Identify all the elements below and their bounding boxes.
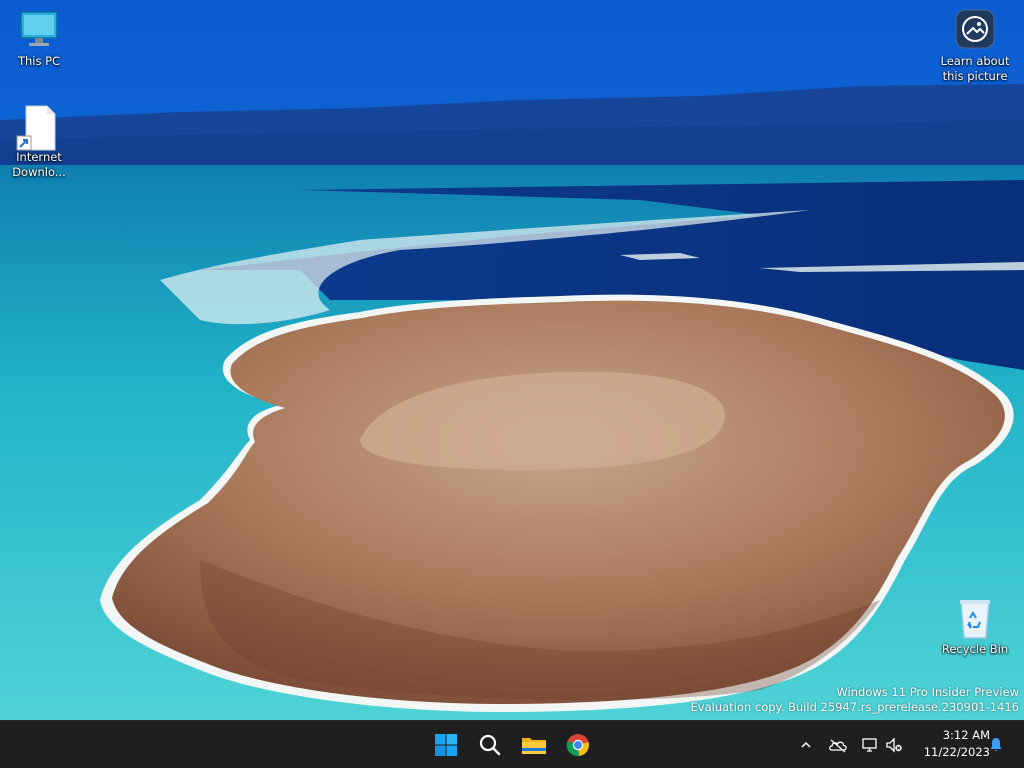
watermark-line-build: Evaluation copy. Build 25947.rs_prerelea… <box>690 700 1019 714</box>
recycle-bin-icon <box>951 596 999 640</box>
desktop-icon-recycle-bin[interactable]: Recycle Bin <box>936 596 1014 657</box>
start-button[interactable] <box>426 727 466 763</box>
desktop-icon-label: Recycle Bin <box>941 642 1009 656</box>
windows-start-icon <box>435 734 457 756</box>
desktop-icon-internet-download[interactable]: Internet Downlo... <box>0 104 78 180</box>
file-explorer-button[interactable] <box>514 727 554 763</box>
learn-about-picture-icon <box>951 8 999 52</box>
chevron-up-icon <box>801 741 811 748</box>
clock-time: 3:12 AM <box>942 728 990 742</box>
clock-date: 11/22/2023 <box>923 745 990 759</box>
clock-button[interactable]: 3:12 AM 11/22/2023 <box>910 727 990 763</box>
chrome-icon <box>566 734 589 757</box>
onedrive-icon <box>829 739 847 753</box>
notification-bell-icon <box>990 738 1002 752</box>
volume-muted-icon <box>886 737 902 753</box>
onedrive-tray-button[interactable] <box>826 733 850 757</box>
show-hidden-icons-button[interactable] <box>794 733 818 757</box>
this-pc-icon <box>15 8 63 52</box>
chrome-button[interactable] <box>558 727 598 763</box>
search-button[interactable] <box>470 727 510 763</box>
network-icon <box>862 738 877 752</box>
folder-icon <box>522 738 546 754</box>
desktop-icon-label: This PC <box>17 54 61 68</box>
network-tray-button[interactable] <box>858 733 882 757</box>
build-watermark: Windows 11 Pro Insider Preview Evaluatio… <box>691 685 1019 715</box>
volume-tray-button[interactable] <box>882 733 906 757</box>
desktop-icon-learn-about-picture[interactable]: Learn about this picture <box>936 8 1014 84</box>
search-icon <box>479 734 501 756</box>
shortcut-file-icon <box>15 104 63 151</box>
watermark-line-edition: Windows 11 Pro Insider Preview <box>836 685 1019 699</box>
desktop-wallpaper <box>0 0 1024 720</box>
desktop-icon-label: Learn about this picture <box>940 54 1010 83</box>
desktop-icon-label: Internet Downlo... <box>12 150 66 179</box>
notifications-button[interactable] <box>984 733 1008 757</box>
desktop-icon-this-pc[interactable]: This PC <box>0 8 78 69</box>
taskbar: 3:12 AM 11/22/2023 <box>0 720 1024 768</box>
